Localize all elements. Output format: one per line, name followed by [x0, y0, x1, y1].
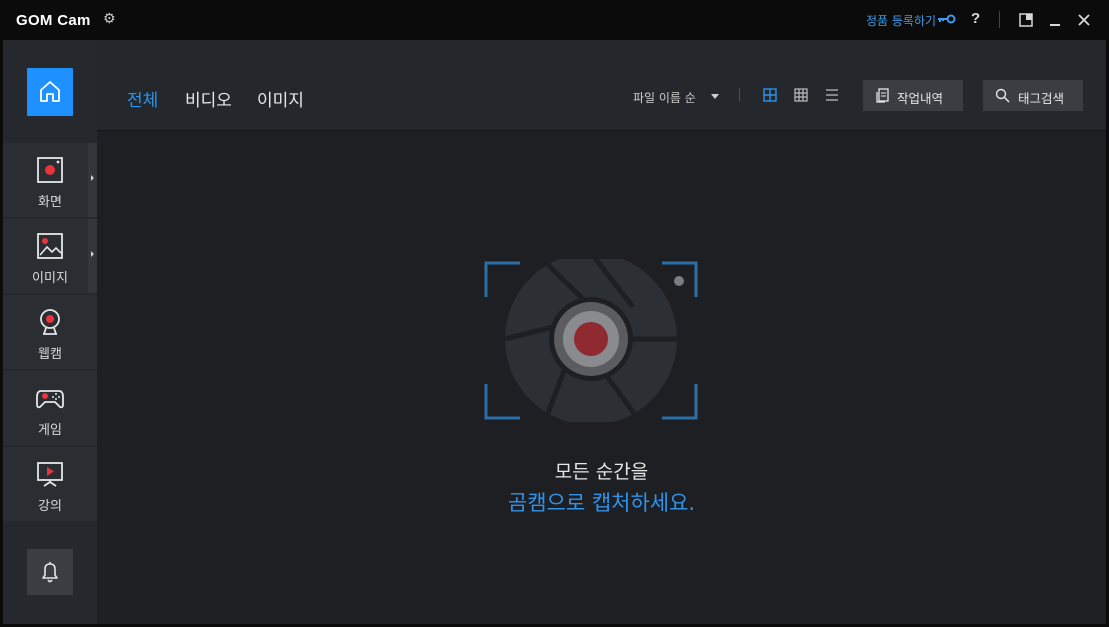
sidebar-item-label: 이미지	[32, 271, 68, 286]
screen-record-icon	[37, 157, 63, 183]
expand-arrow[interactable]	[88, 143, 97, 217]
notification-button[interactable]	[27, 549, 73, 595]
work-history-button[interactable]: 작업내역	[863, 80, 963, 111]
chevron-down-icon[interactable]	[711, 94, 719, 99]
window-border-left	[0, 40, 3, 627]
empty-state-line1: 모든 순간을	[554, 461, 649, 483]
sidebar: 화면 이미지 웹캠 게임 강의	[3, 40, 97, 624]
close-icon[interactable]	[1076, 12, 1092, 28]
sidebar-item-image[interactable]: 이미지	[3, 219, 97, 293]
app-logo: GOM Cam	[16, 12, 91, 29]
tab-image[interactable]: 이미지	[257, 86, 304, 111]
titlebar-divider	[999, 11, 1000, 28]
bell-icon	[42, 562, 58, 583]
list-view-icon[interactable]	[825, 88, 839, 102]
lecture-icon	[37, 462, 63, 487]
sidebar-item-label: 게임	[38, 423, 62, 438]
title-bar: GOM Cam ⚙ 정품 등록하기 ?	[0, 0, 1109, 40]
key-icon[interactable]	[937, 13, 957, 25]
image-icon	[37, 233, 63, 259]
empty-state-area: 모든 순간을 곰캠으로 캡처하세요.	[97, 131, 1106, 624]
sort-dropdown[interactable]: 파일 이름 순	[633, 89, 696, 106]
tab-video[interactable]: 비디오	[185, 86, 232, 111]
large-grid-view-icon[interactable]	[763, 88, 777, 102]
sidebar-item-screen[interactable]: 화면	[3, 143, 97, 217]
camera-aperture-illustration	[484, 259, 698, 422]
sidebar-item-game[interactable]: 게임	[3, 371, 97, 445]
mini-mode-icon[interactable]	[1018, 12, 1034, 28]
webcam-icon	[40, 309, 60, 335]
header-divider	[739, 88, 740, 102]
search-icon	[995, 88, 1010, 103]
sidebar-item-label: 강의	[38, 499, 62, 514]
settings-gear-icon[interactable]: ⚙	[103, 11, 116, 27]
register-product-link[interactable]: 정품 등록하기	[866, 12, 936, 29]
home-button[interactable]	[27, 68, 73, 116]
empty-state-line2: 곰캠으로 캡처하세요.	[507, 491, 696, 515]
gamepad-icon	[36, 390, 64, 409]
sidebar-item-label: 화면	[38, 195, 62, 210]
small-grid-view-icon[interactable]	[794, 88, 808, 102]
tab-all[interactable]: 전체	[127, 86, 158, 111]
sidebar-item-label: 웹캠	[38, 347, 62, 362]
document-icon	[876, 88, 889, 103]
tag-search-label: 태그검색	[1018, 91, 1065, 106]
expand-arrow[interactable]	[88, 219, 97, 293]
help-button[interactable]: ?	[971, 10, 980, 27]
sidebar-item-lecture[interactable]: 강의	[3, 447, 97, 521]
content-header: 전체 비디오 이미지 파일 이름 순 작업내역 태그검색	[97, 40, 1106, 131]
home-icon	[40, 81, 60, 102]
sidebar-item-webcam[interactable]: 웹캠	[3, 295, 97, 369]
tag-search-button[interactable]: 태그검색	[983, 80, 1083, 111]
minimize-icon[interactable]	[1047, 12, 1063, 28]
work-history-label: 작업내역	[897, 91, 944, 106]
